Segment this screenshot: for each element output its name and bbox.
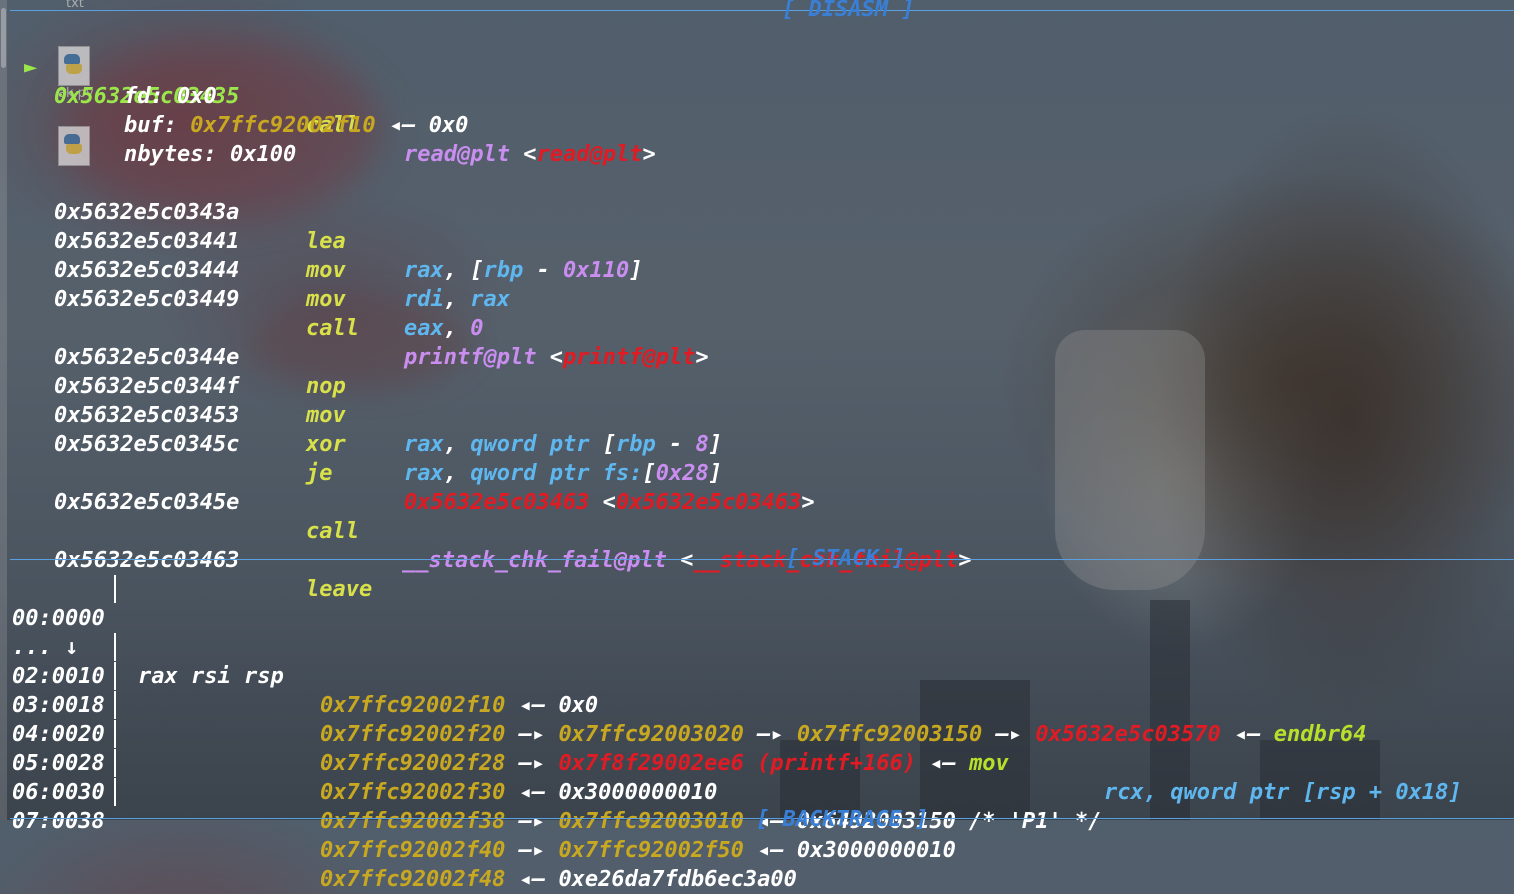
disasm-line: 0x5632e5c03449 call printf@plt <printf@p… bbox=[54, 287, 709, 370]
backtrace-separator: [ BACKTRACE ] bbox=[10, 807, 1514, 832]
disasm-line: 0x5632e5c03444 mov eax, 0 bbox=[54, 258, 484, 341]
disasm-line: 0x5632e5c03441 mov rdi, rax bbox=[54, 229, 510, 312]
stack-row: 02:0010 0x7ffc92002f20 —▸ 0x7ffc92003020… bbox=[0, 633, 1366, 747]
stack-header: [ STACK ] bbox=[786, 546, 906, 571]
arg-nbytes: nbytes: 0x100 bbox=[124, 142, 297, 167]
disasm-header: [ DISASM ] bbox=[782, 0, 915, 22]
disasm-line: 0x5632e5c0345e call __stack_chk_fail@plt… bbox=[54, 490, 972, 573]
disasm-separator: [ DISASM ] bbox=[10, 0, 1514, 22]
disasm-line: 0x5632e5c03463 leave bbox=[54, 548, 373, 602]
stack-separator: [ STACK ] bbox=[10, 546, 1514, 571]
python-file-icon[interactable] bbox=[54, 126, 92, 170]
stack-row: 04:0020 0x7ffc92002f30 ◂— 0x3000000010 bbox=[0, 691, 717, 805]
background-figure bbox=[1060, 0, 1514, 820]
disasm-current-line: ► 0x5632e5c03435 call read@plt <read@plt… bbox=[0, 24, 656, 167]
stack-row: 07:0038 0x7ffc92002f48 ◂— 0xe26da7fdb6ec… bbox=[0, 778, 797, 892]
stack-row: 06:0030 0x7ffc92002f40 —▸ 0x7ffc92002f50… bbox=[0, 749, 956, 863]
disasm-line: 0x5632e5c03453 xor rax, qword ptr fs:[0x… bbox=[54, 403, 722, 486]
stack-row: 03:0018 0x7ffc92002f28 —▸ 0x7f8f29002ee6… bbox=[0, 662, 1462, 805]
stack-row: 05:0028 0x7ffc92002f38 —▸ 0x7ffc92003010… bbox=[0, 720, 1102, 834]
disasm-line: 0x5632e5c0343a lea rax, [rbp - 0x110] bbox=[54, 200, 643, 283]
stack-row: 00:0000 rax rsi rsp 0x7ffc92002f10 ◂— 0x… bbox=[0, 575, 598, 718]
current-target: read@plt <read@plt> bbox=[404, 142, 656, 167]
disasm-line: 0x5632e5c0345c je 0x5632e5c03463 <0x5632… bbox=[54, 432, 815, 515]
stack-row-collapsed: ... ↓ bbox=[12, 635, 79, 660]
arg-buf: buf: 0x7ffc92002f10 ◂— 0x0 bbox=[124, 113, 469, 138]
disasm-line: 0x5632e5c0344e nop bbox=[54, 345, 346, 399]
arg-fd: fd: 0x0 bbox=[124, 84, 217, 109]
disasm-line: 0x5632e5c0344f mov rax, qword ptr [rbp -… bbox=[54, 374, 722, 457]
background-cup bbox=[1055, 330, 1205, 590]
